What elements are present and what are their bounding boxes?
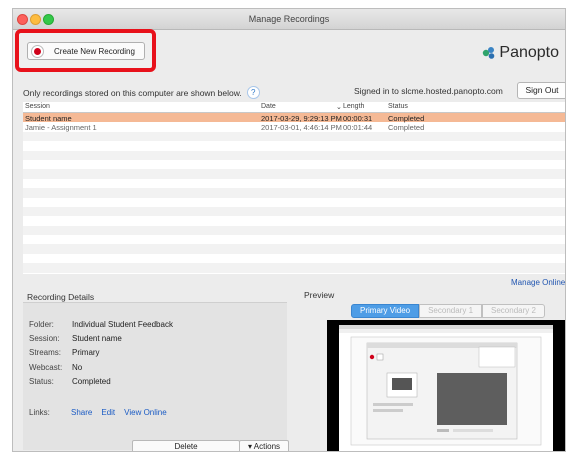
sign-out-button[interactable]: Sign Out [517, 82, 565, 99]
tab-primary-video[interactable]: Primary Video [351, 304, 420, 318]
manage-online-link[interactable]: Manage Online [511, 278, 565, 287]
empty-row [23, 150, 565, 160]
column-header-session[interactable]: Session [25, 103, 50, 110]
detail-value: Individual Student Feedback [72, 320, 173, 329]
preview-tabs: Primary Video Secondary 1 Secondary 2 [351, 304, 545, 318]
preview-video[interactable] [327, 320, 565, 451]
empty-row [23, 179, 565, 188]
column-header-length[interactable]: Length [343, 103, 364, 110]
sort-arrow-icon: ⌄ [336, 104, 342, 111]
detail-streams: Streams: Primary [29, 348, 100, 357]
detail-status: Status: Completed [29, 377, 111, 386]
detail-label: Session: [29, 334, 60, 343]
column-header-date[interactable]: Date [261, 103, 276, 110]
create-new-recording-button[interactable]: Create New Recording [27, 42, 145, 60]
detail-label: Webcast: [29, 363, 63, 372]
detail-value: No [72, 363, 83, 372]
empty-row [23, 160, 565, 169]
empty-row [23, 263, 565, 273]
empty-row [23, 198, 565, 207]
detail-label: Folder: [29, 320, 54, 329]
create-recording-highlight: Create New Recording [15, 29, 156, 72]
share-link[interactable]: Share [71, 408, 92, 417]
detail-label: Streams: [29, 348, 62, 357]
title-bar[interactable]: Manage Recordings [13, 9, 565, 30]
panopto-logo-icon [483, 47, 495, 59]
empty-row [23, 188, 565, 198]
column-header-status[interactable]: Status [388, 103, 408, 110]
table-row[interactable]: Jamie - Assignment 1 2017-03-01, 4:46:14… [23, 122, 565, 132]
empty-row [23, 244, 565, 254]
detail-session: Session: Student name [29, 334, 122, 343]
empty-row [23, 141, 565, 150]
table-header: Session Date ⌄ Length Status [23, 102, 565, 113]
empty-row [23, 225, 565, 236]
panopto-logo-text: Panopto [499, 44, 559, 61]
panopto-logo: Panopto [482, 44, 559, 62]
detail-webcast: Webcast: No [29, 363, 82, 372]
chevron-down-icon: ▾ [247, 442, 252, 451]
window-title: Manage Recordings [248, 14, 330, 24]
empty-row [23, 169, 565, 179]
actions-dropdown[interactable]: ▾ Actions [239, 440, 289, 451]
empty-row [23, 206, 565, 217]
create-new-recording-label: Create New Recording [54, 46, 135, 56]
links-row: Links: Share Edit View Online [29, 408, 176, 417]
recording-details-panel: Folder: Individual Student Feedback Sess… [23, 302, 289, 451]
table-body: Student name 2017-03-29, 9:29:13 PM 00:0… [23, 113, 565, 273]
delete-button[interactable]: Delete [132, 440, 240, 451]
tab-secondary-2[interactable]: Secondary 2 [482, 304, 545, 318]
table-row[interactable]: Student name 2017-03-29, 9:29:13 PM 00:0… [23, 113, 565, 123]
signed-in-text: Signed in to slcme.hosted.panopto.com [354, 86, 503, 96]
detail-value: Student name [72, 334, 122, 343]
detail-value: Completed [72, 377, 111, 386]
manage-recordings-window: Manage Recordings Create New Recording P… [12, 8, 566, 452]
info-row: Only recordings stored on this computer … [23, 86, 260, 99]
help-icon[interactable]: ? [246, 86, 260, 99]
empty-row [23, 254, 565, 263]
preview-screen-capture [339, 325, 553, 451]
empty-row [23, 216, 565, 225]
empty-row [23, 131, 565, 142]
detail-folder: Folder: Individual Student Feedback [29, 320, 173, 329]
view-online-link[interactable]: View Online [124, 408, 167, 417]
detail-value: Primary [72, 348, 100, 357]
edit-link[interactable]: Edit [101, 408, 115, 417]
detail-label: Status: [29, 377, 54, 386]
recording-details-title: Recording Details [27, 292, 95, 302]
recordings-table: Session Date ⌄ Length Status Student nam… [23, 102, 565, 274]
links-label: Links: [29, 408, 50, 417]
preview-thumbnail-image [339, 325, 553, 446]
tab-secondary-1[interactable]: Secondary 1 [419, 304, 483, 318]
record-icon [31, 44, 44, 58]
actions-label: Actions [253, 442, 281, 451]
info-text: Only recordings stored on this computer … [23, 87, 242, 98]
preview-title: Preview [304, 290, 335, 300]
empty-row [23, 235, 565, 244]
